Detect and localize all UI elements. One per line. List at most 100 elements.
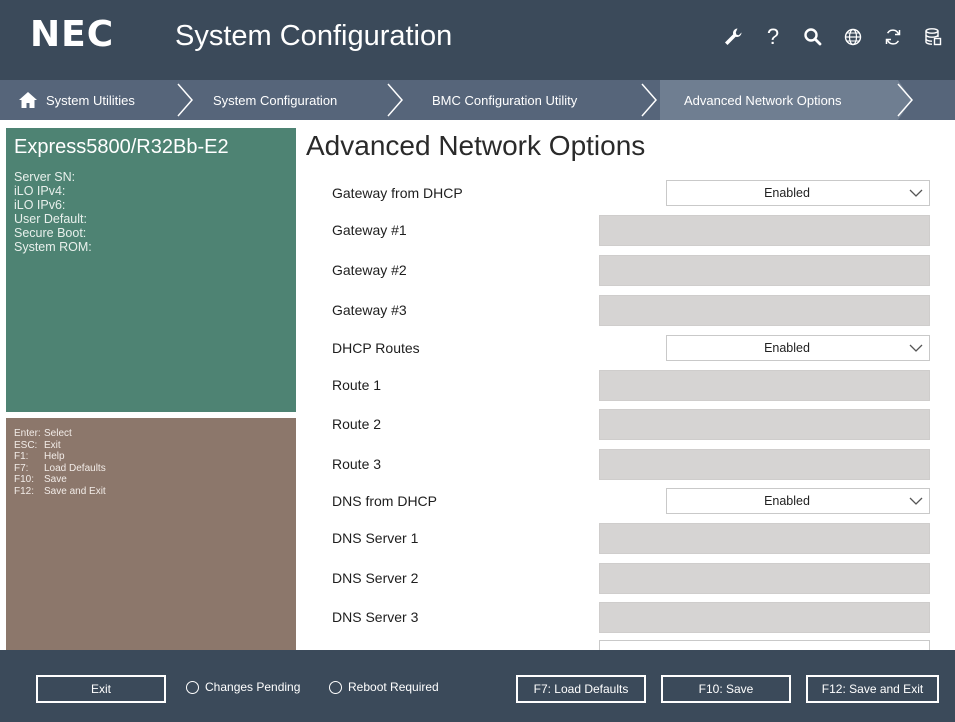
key-action: Select (44, 428, 72, 439)
home-icon (19, 92, 37, 108)
select-value: Enabled (764, 494, 810, 508)
search-icon[interactable] (801, 24, 825, 50)
info-system-rom: System ROM: (14, 240, 92, 254)
key-action: Save and Exit (44, 485, 106, 497)
key-action: Load Defaults (44, 462, 106, 474)
form-row-route-2: Route 2 (296, 407, 955, 441)
breadcrumb-system-utilities[interactable]: System Utilities (18, 80, 135, 120)
dns-server-3-input[interactable] (599, 602, 930, 633)
gateway-1-input[interactable] (599, 215, 930, 246)
radio-indicator-icon (186, 680, 199, 694)
breadcrumb-label: Advanced Network Options (684, 92, 842, 108)
gateway-from-dhcp-select[interactable]: Enabled (666, 180, 930, 206)
info-secure-boot: Secure Boot: (14, 226, 87, 240)
form-row-dhcp-routes: DHCP Routes Enabled (296, 331, 955, 365)
field-label: Gateway #2 (332, 262, 407, 278)
field-label: DNS Server 2 (332, 570, 419, 586)
form-row-gateway-from-dhcp: Gateway from DHCP Enabled (296, 176, 955, 210)
field-label: Gateway #3 (332, 302, 407, 318)
form-row-gateway-1: Gateway #1 (296, 213, 955, 247)
refresh-icon[interactable] (881, 24, 905, 50)
key-help-row: Enter: Select (14, 428, 106, 440)
form-row-route-1: Route 1 (296, 368, 955, 402)
exit-button[interactable]: Exit (36, 675, 166, 703)
field-label: DNS Server 1 (332, 530, 419, 546)
main-content: Advanced Network Options Gateway from DH… (296, 120, 955, 650)
form-row-dns-server-1: DNS Server 1 (296, 521, 955, 555)
dhcp-routes-select[interactable]: Enabled (666, 335, 930, 361)
dns-server-2-input[interactable] (599, 563, 930, 594)
key-name: ESC: (14, 439, 38, 451)
form-row-partial (296, 638, 955, 650)
chevron-down-icon (909, 344, 923, 352)
dns-server-1-input[interactable] (599, 523, 930, 554)
help-icon[interactable]: ? (761, 24, 785, 50)
key-name: F7: (14, 462, 29, 474)
key-name: F12: (14, 485, 35, 497)
app-header: NEC System Configuration ? (0, 0, 955, 80)
chevron-down-icon (909, 497, 923, 505)
form-row-dns-server-3: DNS Server 3 (296, 600, 955, 634)
route-1-input[interactable] (599, 370, 930, 401)
key-help-row: F10: Save (14, 474, 106, 486)
database-icon[interactable] (921, 24, 945, 50)
radio-indicator-icon (329, 680, 342, 694)
key-name: Enter: (14, 428, 41, 439)
app-title: System Configuration (175, 20, 453, 52)
field-label: Gateway #1 (332, 222, 407, 238)
chevron-right-icon (177, 83, 193, 117)
field-label: DHCP Routes (332, 340, 420, 356)
system-info-panel: Express5800/R32Bb-E2 Server SN: iLO IPv4… (6, 128, 296, 412)
partially-visible-input[interactable] (599, 640, 930, 650)
breadcrumb-label: System Configuration (213, 92, 338, 108)
form-row-route-3: Route 3 (296, 447, 955, 481)
info-server-sn: Server SN: (14, 170, 76, 184)
select-value: Enabled (764, 341, 810, 355)
chevron-down-icon (909, 189, 923, 197)
globe-icon[interactable] (841, 24, 865, 50)
breadcrumb-label: BMC Configuration Utility (432, 92, 578, 108)
dns-from-dhcp-select[interactable]: Enabled (666, 488, 930, 514)
chevron-right-icon (387, 83, 403, 117)
route-2-input[interactable] (599, 409, 930, 440)
select-value: Enabled (764, 186, 810, 200)
key-help-row: F1: Help (14, 451, 106, 463)
form-row-gateway-2: Gateway #2 (296, 253, 955, 287)
footer-bar: Exit Changes Pending Reboot Required F7:… (0, 650, 955, 722)
key-help-list: Enter: Select ESC: Exit F1: Help F7: Load De… (14, 428, 106, 497)
status-label: Reboot Required (348, 680, 439, 694)
info-ilo-ipv6: iLO IPv6: (14, 198, 66, 212)
field-label: DNS from DHCP (332, 493, 438, 509)
load-defaults-button[interactable]: F7: Load Defaults (516, 675, 646, 703)
key-help-panel: Enter: Select ESC: Exit F1: Help F7: Load De… (6, 418, 296, 650)
breadcrumb-advanced-network-options[interactable]: Advanced Network Options (660, 80, 894, 120)
breadcrumb-system-configuration[interactable]: System Configuration (213, 80, 337, 120)
form-row-dns-server-2: DNS Server 2 (296, 561, 955, 595)
header-toolbar: ? (721, 24, 945, 50)
gateway-3-input[interactable] (599, 295, 930, 326)
gateway-2-input[interactable] (599, 255, 930, 286)
system-info-list: Server SN: iLO IPv4: iLO IPv6: User Defa… (14, 170, 92, 254)
breadcrumb: System Utilities System Configuration BM… (0, 80, 955, 120)
form-row-gateway-3: Gateway #3 (296, 293, 955, 327)
route-3-input[interactable] (599, 449, 930, 480)
info-ilo-ipv4: iLO IPv4: (14, 184, 66, 198)
nec-logo: NEC (30, 14, 115, 55)
chevron-right-icon (894, 80, 913, 120)
key-help-row: F7: Load Defaults (14, 463, 106, 475)
chevron-right-icon (641, 83, 657, 117)
key-help-row: ESC: Exit (14, 440, 106, 452)
field-label: Gateway from DHCP (332, 185, 463, 201)
reboot-required-indicator: Reboot Required (329, 680, 439, 694)
save-and-exit-button[interactable]: F12: Save and Exit (806, 675, 939, 703)
wrench-icon[interactable] (721, 24, 745, 50)
breadcrumb-bmc-configuration-utility[interactable]: BMC Configuration Utility (432, 80, 577, 120)
key-action: Exit (44, 439, 61, 451)
form-row-dns-from-dhcp: DNS from DHCP Enabled (296, 484, 955, 518)
save-button[interactable]: F10: Save (661, 675, 791, 703)
changes-pending-indicator: Changes Pending (186, 680, 300, 694)
field-label: Route 1 (332, 377, 382, 393)
key-name: F1: (14, 451, 29, 462)
page-title: Advanced Network Options (306, 130, 646, 161)
breadcrumb-label: System Utilities (46, 92, 135, 108)
